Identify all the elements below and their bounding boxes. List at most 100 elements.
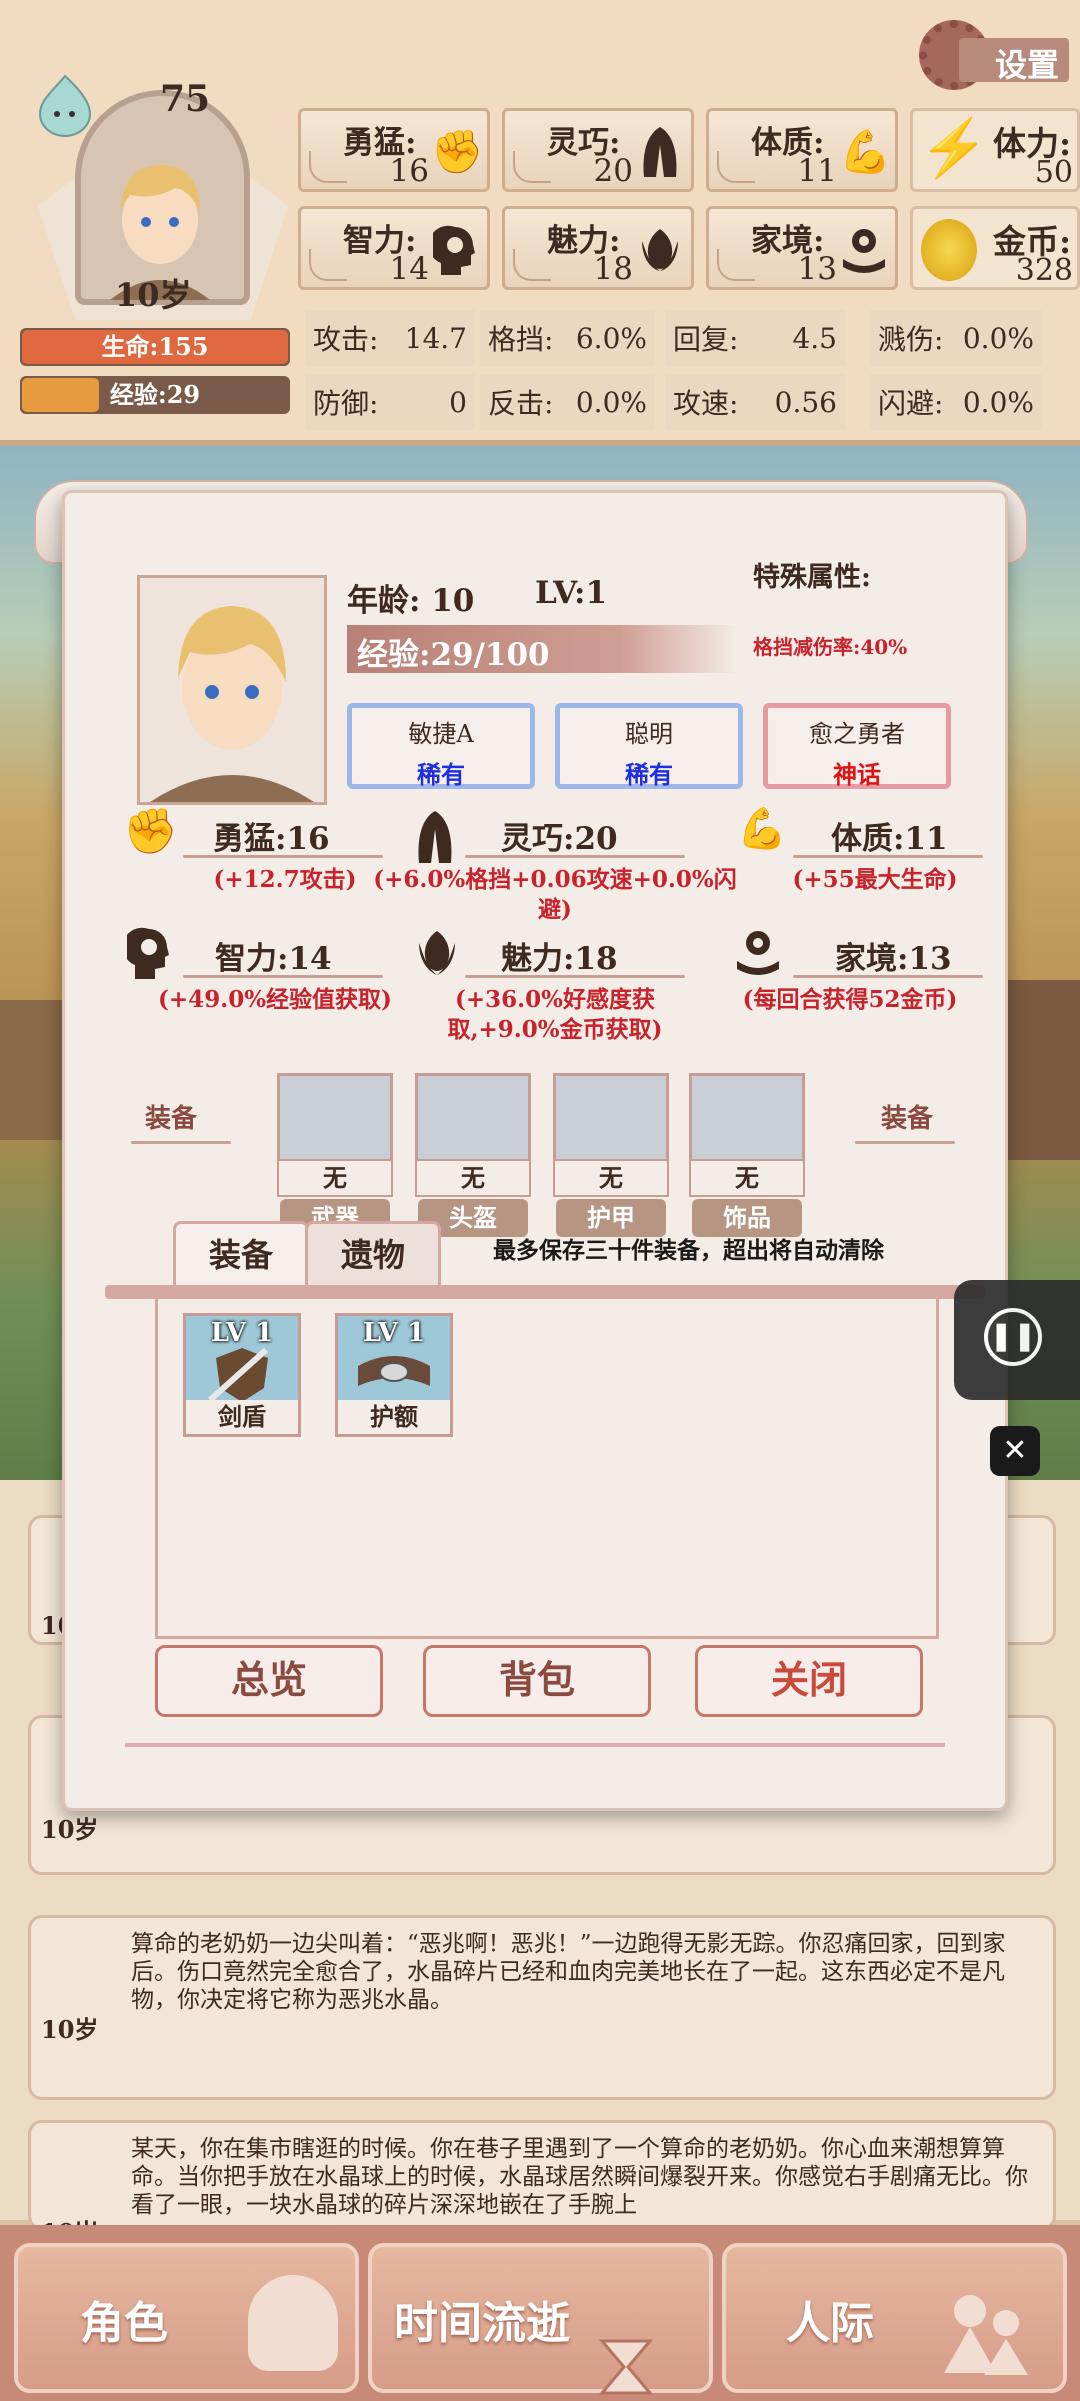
storage-notice: 最多保存三十件装备，超出将自动清除 — [493, 1237, 884, 1264]
settings-button[interactable]: 设置 — [915, 20, 1075, 90]
item-name: 护额 — [338, 1400, 450, 1434]
combat-defense: 防御: 0 — [305, 374, 475, 430]
gold-coin-icon — [921, 219, 977, 281]
equip-label-left: 装备 — [145, 1104, 198, 1134]
cloak-icon — [635, 125, 685, 179]
combat-dodge: 闪避: 0.0% — [870, 374, 1042, 430]
settings-label: 设置 — [995, 46, 1060, 84]
stat-value: 18 — [593, 251, 633, 287]
attr-constitution-effect: (+55最大生命) — [792, 866, 958, 893]
dialog-portrait — [137, 575, 327, 805]
nav-label: 人际 — [786, 2298, 874, 2349]
slot-value: 无 — [415, 1159, 531, 1197]
combat-attack: 攻击: 14.7 — [305, 310, 475, 366]
portrait-image — [150, 606, 314, 802]
tab-relics[interactable]: 遗物 — [305, 1221, 441, 1288]
stat-intelligence[interactable]: 智力: 14 — [298, 206, 490, 290]
close-button[interactable]: 关闭 — [695, 1645, 923, 1717]
coin-hand-icon — [735, 925, 781, 985]
age-text: 年龄: 10 — [347, 583, 475, 619]
stat-agility[interactable]: 灵巧: 20 — [502, 108, 694, 192]
attr-intelligence-title: 智力:14 — [215, 941, 332, 977]
pause-overlay-button[interactable]: ❚❚ — [954, 1280, 1080, 1400]
exp-label: 经验:29 — [109, 380, 201, 409]
combat-block: 格挡: 6.0% — [480, 310, 655, 366]
log-entry: 10岁 某天，你在集市瞎逛的时候。你在巷子里遇到了一个算命的老奶奶。你心血来潮想… — [28, 2120, 1056, 2230]
log-age: 10岁 — [41, 2015, 99, 2044]
inventory-header-bar — [105, 1285, 985, 1299]
fist-icon: ✊ — [123, 806, 178, 857]
log-entry: 10岁 算命的老奶奶一边尖叫着：“恶兆啊！恶兆！”一边跑得无影无踪。你忍痛回家，… — [28, 1915, 1056, 2100]
muscle-arm-icon: 💪 — [737, 806, 787, 852]
character-icon — [248, 2275, 338, 2371]
nav-relations[interactable]: 人际 — [722, 2243, 1067, 2393]
combat-counter: 反击: 0.0% — [480, 374, 655, 430]
bag-button[interactable]: 背包 — [423, 1645, 651, 1717]
coin-hand-icon — [839, 223, 889, 277]
nav-time-pass[interactable]: 时间流逝 — [368, 2243, 713, 2395]
stat-constitution[interactable]: 体质: 11 💪 — [706, 108, 898, 192]
exp-bar: 经验:29 — [20, 376, 290, 414]
attr-constitution-title: 体质:11 — [831, 821, 948, 857]
pause-icon: ❚❚ — [984, 1308, 1042, 1366]
log-age: 10岁 — [41, 1815, 99, 1844]
item-level: LV 1 — [210, 1318, 274, 1348]
muscle-arm-icon: 💪 — [839, 127, 892, 176]
lightning-icon: ⚡ — [919, 116, 989, 181]
trait-tag[interactable]: 聪明 稀有 — [555, 703, 743, 789]
attr-family-effect: (每回合获得52金币) — [742, 986, 958, 1013]
age-label: 10岁 — [115, 276, 192, 314]
stat-value: 14 — [389, 251, 429, 287]
attr-family-title: 家境:13 — [835, 941, 952, 977]
combat-splash: 溅伤: 0.0% — [870, 310, 1042, 366]
overview-button[interactable]: 总览 — [155, 1645, 383, 1717]
stamina-box: ⚡ 体力: 50 — [910, 108, 1080, 192]
item-level: LV 1 — [362, 1318, 426, 1348]
sword-shield-icon — [208, 1347, 268, 1403]
people-icon — [936, 2283, 1036, 2387]
close-overlay-icon[interactable]: ✕ — [990, 1426, 1040, 1476]
slot-value: 无 — [277, 1159, 393, 1197]
hp-bar: 生命:155 — [20, 328, 290, 366]
spirit-icon — [38, 74, 92, 137]
trait-name: 聪明 — [625, 720, 673, 748]
equip-label-right: 装备 — [881, 1104, 934, 1134]
gold-box: 金币: 328 — [910, 206, 1080, 290]
inventory-item-headband[interactable]: LV 1 护额 — [335, 1313, 453, 1437]
exp-banner: 经验:29/100 — [347, 625, 737, 673]
exp-text: 经验:29/100 — [357, 637, 550, 673]
log-text: 某天，你在集市瞎逛的时候。你在巷子里遇到了一个算命的老奶奶。你心血来潮想算算命。… — [131, 2136, 1028, 2218]
stat-charm[interactable]: 魅力: 18 — [502, 206, 694, 290]
attr-charm-effect: (+36.0%好感度获取,+9.0%金币获取) — [447, 986, 663, 1043]
attr-agility-effect: (+6.0%格挡+0.06攻速+0.0%闪避) — [373, 866, 737, 923]
hourglass-icon — [596, 2337, 656, 2401]
hp-label: 生命:155 — [101, 332, 209, 361]
stat-value: 11 — [797, 153, 837, 189]
tulip-icon — [635, 223, 685, 277]
attr-charm-title: 魅力:18 — [501, 941, 618, 977]
tab-equipment[interactable]: 装备 — [173, 1221, 309, 1288]
stat-value: 20 — [593, 153, 633, 189]
status-panel: 75 10岁 生命:155 经验:29 设置 勇猛: 16 ✊ 灵巧: 20 体… — [0, 0, 1080, 446]
trait-tag[interactable]: 敏捷A 稀有 — [347, 703, 535, 789]
brain-head-icon — [428, 223, 481, 277]
slot-value: 无 — [553, 1159, 669, 1197]
fist-icon: ✊ — [431, 127, 484, 176]
attr-intelligence-effect: (+49.0%经验值获取) — [158, 986, 392, 1013]
inventory-item-sword-shield[interactable]: LV 1 剑盾 — [183, 1313, 301, 1437]
floral-divider — [125, 1743, 945, 1747]
stat-valor[interactable]: 勇猛: 16 ✊ — [298, 108, 490, 192]
stamina-value: 50 — [1034, 155, 1073, 190]
player-avatar-frame[interactable]: 75 10岁 — [30, 70, 295, 320]
combat-attack-speed: 攻速: 0.56 — [665, 374, 845, 430]
item-name: 剑盾 — [186, 1400, 298, 1434]
attr-valor-title: 勇猛:16 — [213, 821, 330, 857]
trait-tag[interactable]: 愈之勇者 神话 — [763, 703, 951, 789]
stat-value: 16 — [389, 153, 429, 189]
character-detail-dialog: 年龄: 10 LV:1 经验:29/100 特殊属性: 格挡减伤率:40% 敏捷… — [62, 490, 1008, 1811]
stat-family[interactable]: 家境: 13 — [706, 206, 898, 290]
nav-character[interactable]: 角色 — [14, 2243, 359, 2393]
tulip-icon — [415, 925, 459, 985]
trait-rarity: 神话 — [833, 760, 881, 789]
cloak-icon — [413, 809, 457, 869]
